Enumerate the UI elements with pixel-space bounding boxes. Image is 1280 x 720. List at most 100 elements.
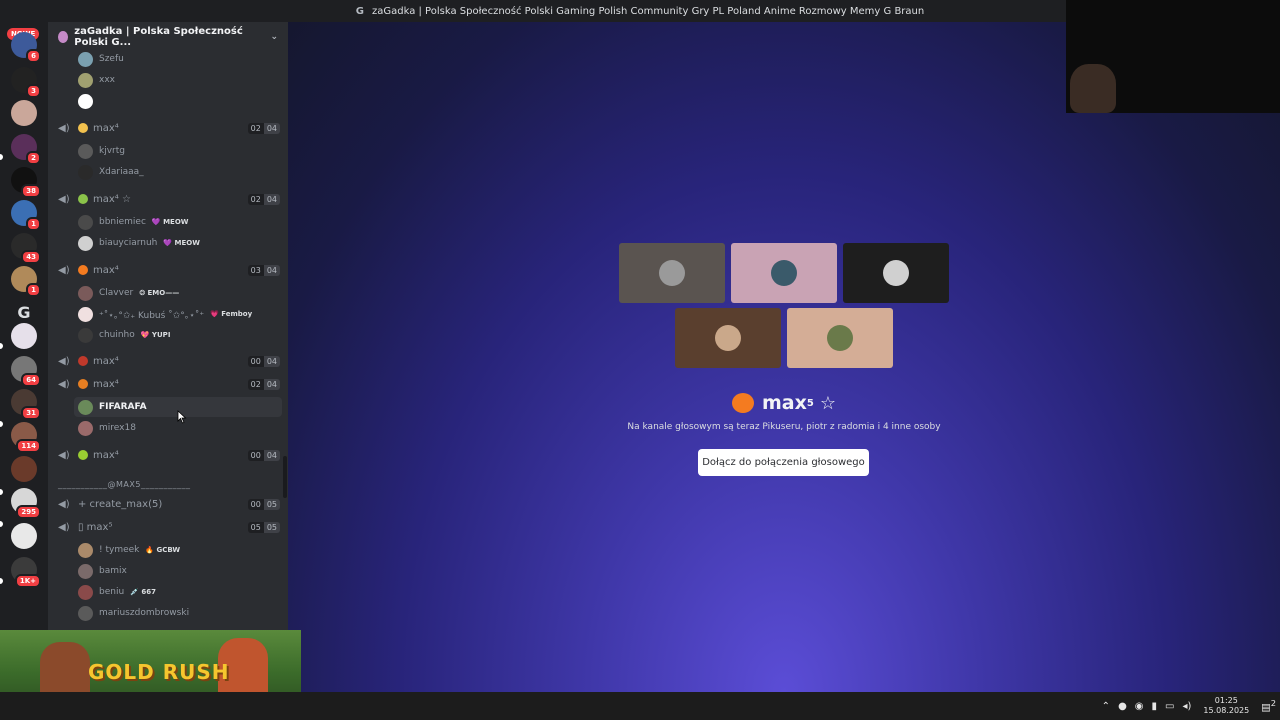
participant-tile[interactable]	[731, 243, 837, 303]
unread-pill	[0, 521, 3, 527]
voice-user[interactable]: Xdariaaa_	[78, 163, 144, 181]
voice-user[interactable]: beniu 💉 667	[78, 583, 156, 601]
sidebar-scrollbar[interactable]	[283, 456, 287, 498]
volume-icon[interactable]: ◂)	[1183, 701, 1192, 712]
voice-channel[interactable]: ◀) max⁴ 00 04	[58, 352, 280, 370]
avatar	[78, 563, 93, 579]
unread-badge: 1	[26, 217, 41, 231]
user-count: 02 04	[247, 193, 280, 205]
network-icon[interactable]: ▭	[1165, 701, 1174, 712]
user-count-limit: 04	[263, 193, 280, 205]
server-icon[interactable]: 3	[11, 67, 41, 98]
unread-badge: 31	[21, 406, 41, 420]
system-tray: ⌃ ● ◉ ▮ ▭ ◂) 01:25 15.08.2025 ▤2	[1098, 692, 1280, 720]
voice-channel-name: max⁴ ☆	[93, 193, 131, 205]
server-icon[interactable]: 1K+	[11, 557, 41, 588]
user-count: 05 05	[247, 521, 280, 533]
unread-pill	[0, 343, 3, 349]
app-tray-icon[interactable]: ●	[1118, 701, 1127, 712]
user-name: kjvrtg	[99, 146, 125, 156]
participant-tile[interactable]	[675, 308, 781, 368]
pumpkin-icon	[732, 393, 754, 413]
speaker-icon: ◀)	[58, 521, 70, 533]
voice-user[interactable]: chuinho 💖 YUPI	[78, 326, 170, 344]
participant-avatar	[715, 325, 741, 351]
participant-tile[interactable]	[787, 308, 893, 368]
server-icon[interactable]	[11, 100, 37, 126]
voice-user[interactable]: xxx	[78, 71, 115, 89]
server-icon[interactable]: 64	[11, 356, 41, 387]
voice-user[interactable]: bamix	[78, 562, 127, 580]
user-tag: 💗 Femboy	[210, 310, 253, 318]
category-header[interactable]: ___________@MAX5___________	[58, 480, 190, 489]
server-icon[interactable]: 43	[11, 233, 41, 264]
server-icon[interactable]	[11, 523, 37, 549]
user-tag: ❂ EMO——	[139, 289, 180, 297]
channel-emoji-icon	[78, 356, 88, 366]
user-count-current: 00	[247, 355, 264, 367]
voice-user[interactable]: Szefu	[78, 50, 124, 68]
app-logo-icon: G	[355, 5, 364, 17]
participant-tile[interactable]	[843, 243, 949, 303]
voice-channel[interactable]: ◀) + create_max(5) 00 05	[58, 495, 280, 513]
channel-emoji-icon	[78, 194, 88, 204]
notifications-icon[interactable]: ▤2	[1261, 698, 1276, 713]
channel-emoji-icon	[78, 265, 88, 275]
user-count-current: 00	[247, 449, 264, 461]
voice-user[interactable]: biauyciarnuh 💜 MEOW	[78, 234, 200, 252]
server-icon[interactable]: 114	[11, 422, 41, 453]
chevron-down-icon[interactable]: ⌄	[270, 32, 278, 42]
voice-channel-name: max⁴	[93, 355, 119, 367]
server-icon[interactable]: 1	[11, 266, 41, 297]
server-icon[interactable]	[11, 456, 37, 482]
voice-user[interactable]: bbniemiec 💜 MEOW	[78, 213, 189, 231]
voice-channel[interactable]: ◀) ▯ max⁵ 05 05	[58, 518, 280, 536]
channel-sidebar: zaGadka | Polska Społeczność Polski G...…	[48, 22, 288, 630]
voice-user[interactable]: mariuszdombrowski	[78, 604, 189, 622]
avatar	[78, 285, 93, 301]
server-icon[interactable]	[11, 323, 37, 349]
server-icon[interactable]: 2	[11, 134, 41, 165]
server-icon[interactable]: 295	[11, 488, 41, 519]
voice-user[interactable]	[78, 92, 99, 110]
user-name: mirex18	[99, 423, 136, 433]
voice-user[interactable]: mirex18	[78, 419, 136, 437]
server-icon[interactable]: 1	[11, 200, 41, 231]
participant-tile[interactable]	[619, 243, 725, 303]
voice-user[interactable]: FIFARAFA	[78, 398, 147, 416]
discord-tray-icon[interactable]: ◉	[1135, 701, 1144, 712]
clock[interactable]: 01:25 15.08.2025	[1203, 696, 1249, 716]
voice-channel[interactable]: ◀) max⁴ 02 04	[58, 119, 280, 137]
voice-user[interactable]: ! tymeek 🔥 GCBW	[78, 541, 180, 559]
guild-header[interactable]: zaGadka | Polska Społeczność Polski G...…	[48, 22, 288, 52]
channel-sup: 5	[806, 397, 814, 409]
user-count: 03 04	[247, 264, 280, 276]
user-name: biauyciarnuh	[99, 238, 158, 248]
voice-channel[interactable]: ◀) max⁴ 02 04	[58, 375, 280, 393]
user-name: bamix	[99, 566, 127, 576]
microphone-icon[interactable]: ▮	[1152, 701, 1158, 712]
server-icon[interactable]: 38	[11, 167, 41, 198]
server-rail: NOWE 632381431G64311142951K+	[0, 22, 48, 630]
speaker-icon: ◀)	[58, 193, 70, 205]
voice-channel[interactable]: ◀) max⁴ ☆ 02 04	[58, 190, 280, 208]
chevron-up-icon[interactable]: ⌃	[1102, 701, 1110, 712]
server-icon[interactable]: 6	[11, 32, 41, 63]
avatar	[78, 542, 93, 558]
voice-channel[interactable]: ◀) max⁴ 03 04	[58, 261, 280, 279]
user-name: Szefu	[99, 54, 124, 64]
voice-user[interactable]: kjvrtg	[78, 142, 125, 160]
taskbar: ⌃ ● ◉ ▮ ▭ ◂) 01:25 15.08.2025 ▤2	[0, 692, 1280, 720]
channel-title: max 5 ☆	[288, 392, 1280, 414]
voice-user[interactable]: Clavver ❂ EMO——	[78, 284, 179, 302]
voice-channel[interactable]: ◀) max⁴ 00 04	[58, 446, 280, 464]
user-tag: 💖 YUPI	[140, 331, 171, 339]
join-voice-button[interactable]: Dołącz do połączenia głosowego	[698, 449, 869, 476]
server-icon-active[interactable]: G	[11, 299, 37, 325]
user-count-limit: 04	[263, 378, 280, 390]
user-name: ! tymeek	[99, 545, 140, 555]
avatar	[78, 143, 93, 159]
user-count: 00 04	[247, 355, 280, 367]
voice-user[interactable]: ⁺˚⋆｡°✩₊ Kubuś ˚✩°｡⋆˚⁺ 💗 Femboy	[78, 305, 252, 323]
server-icon[interactable]: 31	[11, 389, 41, 420]
